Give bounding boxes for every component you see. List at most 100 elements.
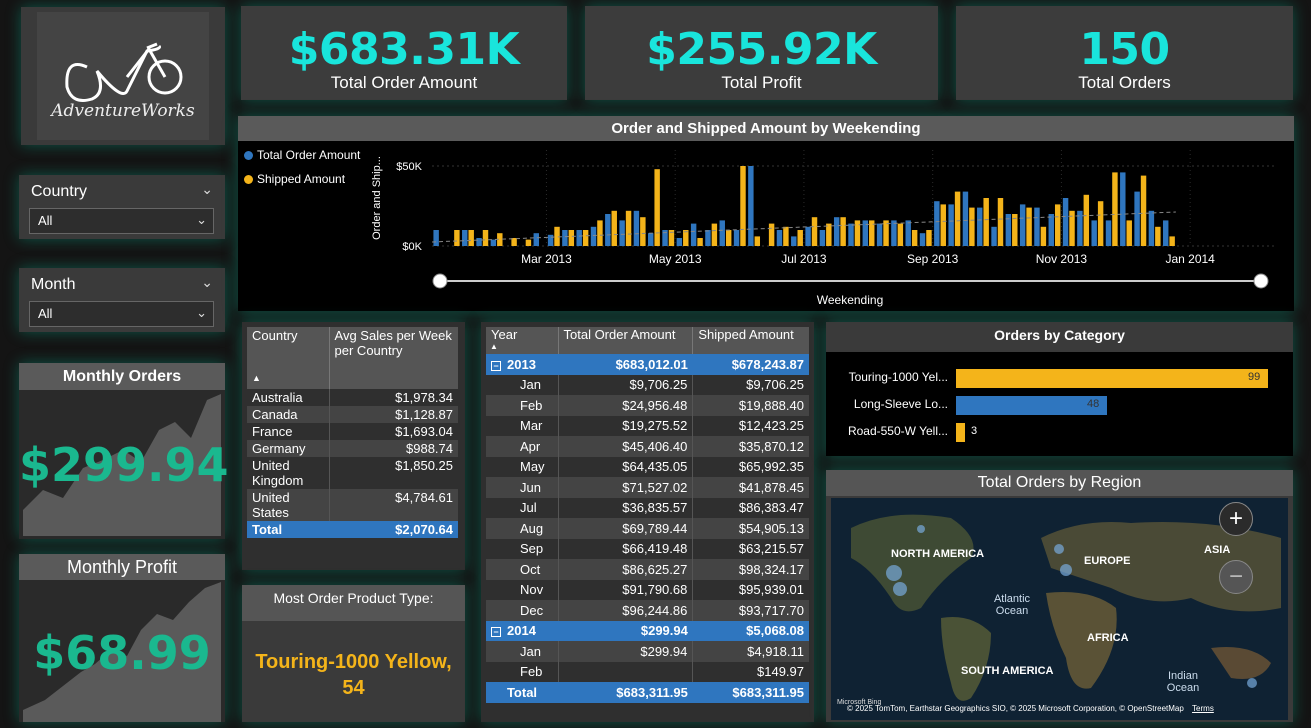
bar-order[interactable] [590, 226, 597, 246]
bar-order[interactable] [547, 234, 554, 246]
table-row[interactable]: Canada $1,128.87 [247, 406, 458, 423]
bar-shipped[interactable] [454, 230, 460, 246]
bar-shipped[interactable] [468, 230, 474, 246]
bar-shipped[interactable] [568, 230, 575, 246]
month-slicer[interactable]: Month ⌄ All ⌄ [19, 268, 225, 332]
bar-shipped[interactable] [1126, 220, 1132, 246]
category-bar[interactable] [956, 369, 1268, 388]
world-map[interactable]: NORTH AMERICA EUROPE ASIA Atlantic Ocean… [831, 498, 1288, 720]
bar-order[interactable] [633, 210, 640, 246]
bar-shipped[interactable] [711, 223, 718, 246]
bar-shipped[interactable] [482, 230, 489, 246]
month-row[interactable]: Feb $24,956.48 $19,888.40 [486, 395, 809, 416]
month-row[interactable]: Oct $86,625.27 $98,324.17 [486, 559, 809, 580]
month-row[interactable]: Nov $91,790.68 $95,939.01 [486, 579, 809, 600]
column-header-year[interactable]: Year ▲ [486, 327, 559, 354]
bar-shipped[interactable] [911, 230, 918, 246]
bar-shipped[interactable] [954, 191, 961, 246]
map-bubble[interactable] [893, 582, 907, 596]
bar-shipped[interactable] [625, 210, 632, 246]
bar-shipped[interactable] [1112, 172, 1118, 246]
month-row[interactable]: Jan $299.94 $4,918.11 [486, 641, 809, 662]
month-row[interactable]: Mar $19,275.52 $12,423.25 [486, 415, 809, 436]
bar-order[interactable] [1120, 172, 1126, 246]
country-slicer[interactable]: Country ⌄ All ⌄ [19, 175, 225, 239]
bar-shipped[interactable] [683, 230, 689, 246]
bar-order[interactable] [1034, 207, 1040, 246]
year-row[interactable]: −2014 $299.94 $5,068.08 [486, 620, 809, 641]
bar-shipped[interactable] [597, 220, 603, 246]
bar-order[interactable] [562, 230, 568, 246]
month-dropdown[interactable]: All ⌄ [29, 301, 214, 327]
bar-order[interactable] [1062, 198, 1069, 246]
month-row[interactable]: Aug $69,789.44 $54,905.13 [486, 518, 809, 539]
table-row[interactable]: Germany $988.74 [247, 440, 458, 457]
bar-order[interactable] [791, 236, 797, 246]
bar-order[interactable] [576, 230, 582, 246]
bar-order[interactable] [1091, 220, 1097, 246]
bar-order[interactable] [1162, 220, 1169, 246]
bar-order[interactable] [605, 214, 611, 246]
bar-shipped[interactable] [1054, 204, 1061, 246]
month-row[interactable]: Dec $96,244.86 $93,717.70 [486, 600, 809, 621]
zoom-in-button[interactable]: + [1219, 502, 1253, 536]
range-slider-handle-end[interactable] [1253, 273, 1269, 289]
legend-item[interactable]: Total Order Amount [244, 148, 360, 162]
bar-shipped[interactable] [1040, 226, 1047, 246]
bar-shipped[interactable] [797, 230, 803, 246]
bar-shipped[interactable] [697, 238, 703, 246]
bar-order[interactable] [833, 217, 840, 246]
table-row[interactable]: United Kingdom $1,850.25 [247, 457, 458, 489]
category-bar-row[interactable]: Road-550-W Yell... 3 [826, 420, 1293, 447]
bar-order[interactable] [719, 220, 725, 246]
bar-shipped[interactable] [783, 226, 789, 246]
bar-order[interactable] [934, 201, 940, 246]
month-row[interactable]: May $64,435.05 $65,992.35 [486, 456, 809, 477]
bar-order[interactable] [1148, 210, 1155, 246]
collapse-icon[interactable]: − [491, 627, 501, 638]
bar-order[interactable] [476, 238, 482, 246]
bar-order[interactable] [848, 223, 854, 246]
bar-order[interactable] [962, 191, 969, 246]
bar-order[interactable] [733, 230, 740, 246]
bar-order[interactable] [1048, 214, 1054, 246]
bar-order[interactable] [676, 238, 683, 246]
bar-order[interactable] [776, 230, 783, 246]
column-header-total-order[interactable]: Total Order Amount [558, 327, 694, 354]
bar-order[interactable] [1105, 220, 1112, 246]
bar-shipped[interactable] [969, 207, 975, 246]
bar-shipped[interactable] [1083, 194, 1090, 246]
bar-order[interactable] [533, 233, 540, 246]
month-row[interactable]: Apr $45,406.40 $35,870.12 [486, 436, 809, 457]
month-row[interactable]: Sep $66,419.48 $63,215.57 [486, 538, 809, 559]
bar-shipped[interactable] [1169, 236, 1175, 246]
month-row[interactable]: Jun $71,527.02 $41,878.45 [486, 477, 809, 498]
month-row[interactable]: Feb $149.97 [486, 661, 809, 682]
legend-item[interactable]: Shipped Amount [244, 172, 360, 186]
column-header-country[interactable]: Country ▲ [247, 327, 330, 389]
chevron-down-icon[interactable]: ⌄ [201, 274, 213, 291]
bar-shipped[interactable] [768, 223, 775, 246]
bar-shipped[interactable] [811, 217, 818, 246]
chevron-down-icon[interactable]: ⌄ [201, 181, 213, 198]
table-row[interactable]: United States $4,784.61 [247, 489, 458, 521]
country-dropdown[interactable]: All ⌄ [29, 208, 214, 234]
bar-order[interactable] [619, 220, 625, 246]
bar-shipped[interactable] [640, 217, 646, 246]
month-row[interactable]: Jan $9,706.25 $9,706.25 [486, 374, 809, 395]
bar-order[interactable] [991, 226, 997, 246]
map-bubble[interactable] [917, 525, 925, 533]
bar-shipped[interactable] [525, 239, 532, 246]
bar-order[interactable] [905, 220, 911, 246]
map-bubble[interactable] [1247, 678, 1257, 688]
map-bubble[interactable] [886, 565, 902, 581]
bar-shipped[interactable] [983, 198, 989, 246]
bar-order[interactable] [748, 166, 754, 246]
bar-shipped[interactable] [1097, 201, 1104, 246]
bar-order[interactable] [490, 239, 497, 246]
column-header-avg-sales[interactable]: Avg Sales per Week per Country [329, 327, 458, 389]
bar-shipped[interactable] [654, 169, 660, 246]
bar-shipped[interactable] [997, 198, 1004, 246]
category-bar-row[interactable]: Touring-1000 Yel... 99 [826, 366, 1293, 393]
table-row[interactable]: France $1,693.04 [247, 423, 458, 440]
